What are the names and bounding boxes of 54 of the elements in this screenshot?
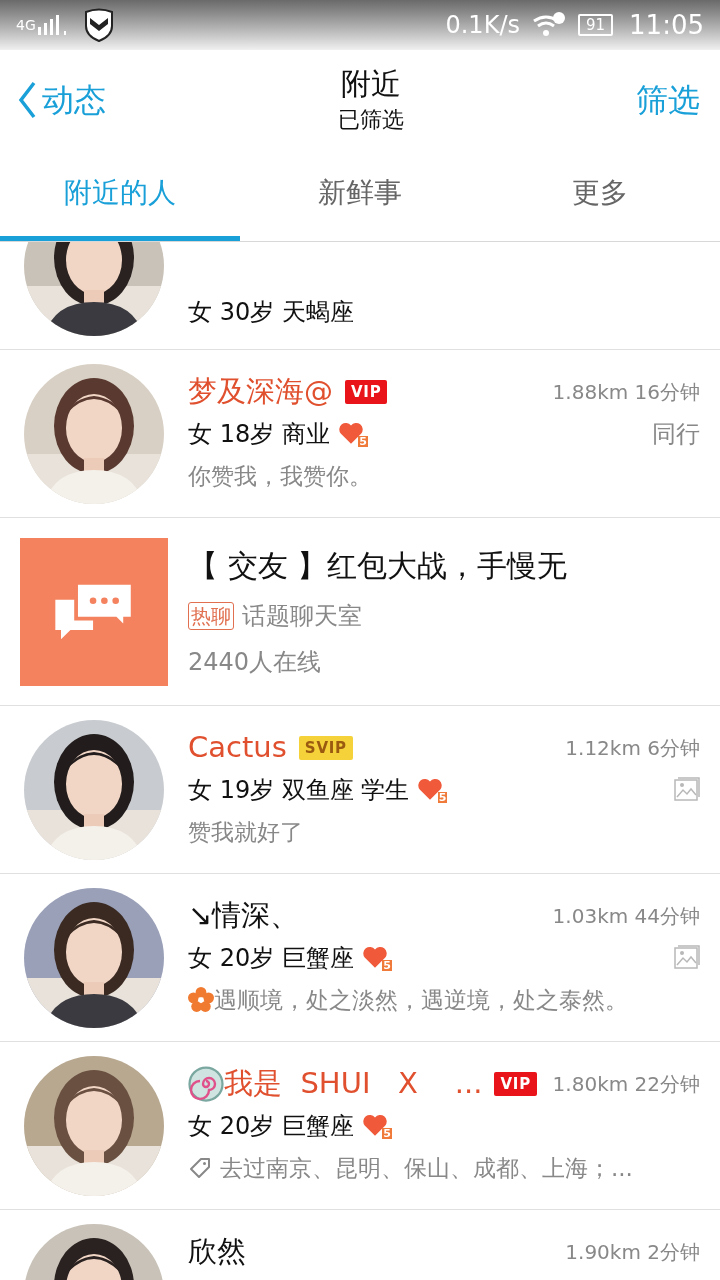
category-label: 话题聊天室 xyxy=(242,601,362,632)
level-number: 5 xyxy=(382,960,392,971)
distance-time: 1.90km 2分钟 xyxy=(565,1239,700,1266)
vip-badge: VIP xyxy=(345,380,388,404)
chatroom-title: 【 交友 】红包大战，手慢无 xyxy=(188,547,568,585)
user-name: 梦及深海@ xyxy=(188,373,333,411)
network-speed: 0.1K/s xyxy=(445,10,520,41)
image-icon xyxy=(674,945,700,971)
heart-icon xyxy=(417,777,444,801)
status-text: 赞我就好了 xyxy=(188,817,303,847)
heart-icon xyxy=(361,945,388,969)
relation-label: 同行 xyxy=(652,419,700,450)
profile-info: 女 20岁 巨蟹座 xyxy=(188,943,354,974)
tab[interactable]: 新鲜事 xyxy=(240,150,480,241)
status-text: 去过南京、昆明、保山、成都、上海；... xyxy=(220,1153,633,1183)
page-subtitle: 已筛选 xyxy=(338,105,404,134)
page-title: 附近 xyxy=(341,64,401,103)
shield-icon xyxy=(83,8,114,42)
user-name: ↘情深、 xyxy=(188,897,300,935)
wifi-icon xyxy=(531,11,566,39)
distance-time: 1.80km 22分钟 xyxy=(552,1071,700,1098)
online-count: 2440人在线 xyxy=(188,647,323,678)
tab[interactable]: 更多 xyxy=(480,150,720,241)
network-type: 4G xyxy=(16,15,36,35)
distance-time: 1.88km 16分钟 xyxy=(552,379,700,406)
level-number: 5 xyxy=(382,1128,392,1139)
battery-indicator: 91 xyxy=(577,14,614,36)
user-name: Cactus xyxy=(188,729,287,767)
back-button[interactable]: 动态 xyxy=(16,76,106,124)
profile-info: 女 20岁 巨蟹座 xyxy=(188,1111,354,1142)
profile-info: 女 18岁 商业 xyxy=(188,419,330,450)
tag-icon xyxy=(188,1156,212,1180)
user-name: 欣然 xyxy=(188,1233,246,1271)
hot-tag: 热聊 xyxy=(188,602,234,630)
signal-icon xyxy=(37,15,68,35)
filter-button[interactable]: 筛选 xyxy=(636,76,704,124)
back-icon xyxy=(16,80,38,120)
distance-time: 1.03km 44分钟 xyxy=(552,903,700,930)
heart-icon xyxy=(337,421,364,445)
clock: 11:05 xyxy=(629,8,704,42)
vip-badge: SVIP xyxy=(298,736,353,760)
user-name: 我是 SHUI X ... xyxy=(224,1065,483,1103)
status-text: 遇顺境，处之淡然，遇逆境，处之泰然。 xyxy=(214,985,628,1015)
vip-badge: VIP xyxy=(494,1072,537,1096)
swirl-icon xyxy=(188,1066,224,1102)
level-number: 5 xyxy=(358,436,368,447)
profile-info: 女 30岁 天蝎座 xyxy=(188,297,354,328)
status-text: 你赞我，我赞你。 xyxy=(188,461,372,491)
distance-time: 1.12km 6分钟 xyxy=(565,735,700,762)
level-number: 5 xyxy=(437,792,448,803)
profile-info: 女 19岁 双鱼座 学生 xyxy=(188,775,410,806)
image-icon xyxy=(674,777,700,803)
heart-icon xyxy=(361,1113,388,1137)
flower-icon xyxy=(188,987,214,1013)
